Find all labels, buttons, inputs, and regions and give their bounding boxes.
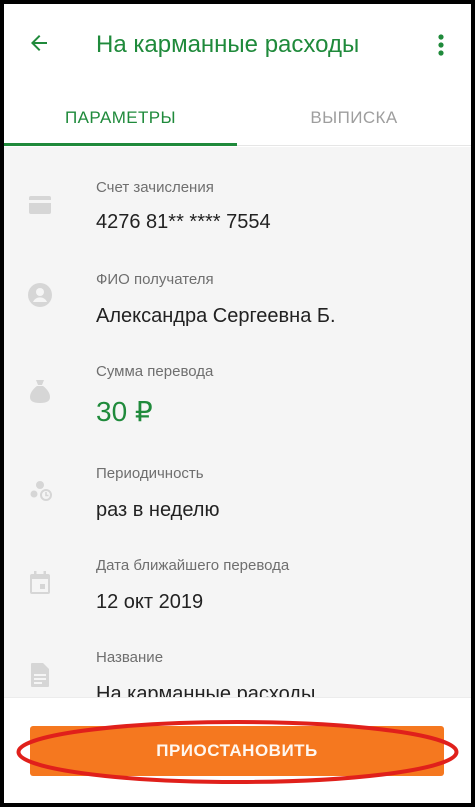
document-icon: [26, 661, 54, 689]
tab-bar: ПАРАМЕТРЫ ВЫПИСКА: [4, 90, 471, 146]
active-tab-indicator: [4, 143, 237, 146]
credit-card-icon: [26, 191, 54, 219]
tab-parameters[interactable]: ПАРАМЕТРЫ: [4, 90, 237, 146]
bottom-action-bar: ПРИОСТАНОВИТЬ: [4, 697, 471, 803]
field-account: Счет зачисления 4276 81** **** 7554: [4, 169, 471, 261]
screen: На карманные расходы ПАРАМЕТРЫ ВЫПИСКА С…: [4, 4, 471, 803]
field-label: Дата ближайшего перевода: [96, 557, 290, 574]
field-value: На карманные расходы: [96, 683, 316, 697]
field-recipient: ФИО получателя Александра Сергеевна Б.: [4, 259, 471, 351]
field-value: раз в неделю: [96, 499, 220, 521]
field-label: Периодичность: [96, 465, 204, 482]
person-circle-icon: [26, 281, 54, 309]
transfer-amount: 30 ₽: [96, 396, 153, 427]
field-name: Название На карманные расходы: [4, 637, 471, 697]
more-options-button[interactable]: [431, 30, 451, 60]
field-periodicity: Периодичность раз в неделю: [4, 453, 471, 545]
details-list: Счет зачисления 4276 81** **** 7554 ФИО …: [4, 147, 471, 697]
field-next-date: Дата ближайшего перевода 12 окт 2019: [4, 545, 471, 637]
page-title: На карманные расходы: [96, 31, 360, 58]
field-label: Название: [96, 649, 164, 666]
field-value: 4276 81** **** 7554: [96, 211, 271, 233]
money-bag-icon: [26, 377, 54, 405]
field-label: ФИО получателя: [96, 271, 214, 288]
field-label: Счет зачисления: [96, 179, 214, 196]
calendar-icon: [26, 569, 54, 597]
app-bar: На карманные расходы: [4, 4, 471, 90]
field-label: Сумма перевода: [96, 363, 214, 380]
field-amount: Сумма перевода 30 ₽: [4, 351, 471, 443]
arrow-left-icon: [31, 35, 47, 51]
field-value: Александра Сергеевна Б.: [96, 305, 336, 327]
periodicity-icon: [26, 477, 54, 505]
more-vert-icon: [438, 34, 444, 56]
field-value: 12 окт 2019: [96, 591, 204, 613]
back-button[interactable]: [24, 28, 54, 58]
tab-statement[interactable]: ВЫПИСКА: [237, 90, 471, 146]
suspend-button[interactable]: ПРИОСТАНОВИТЬ: [30, 726, 444, 776]
